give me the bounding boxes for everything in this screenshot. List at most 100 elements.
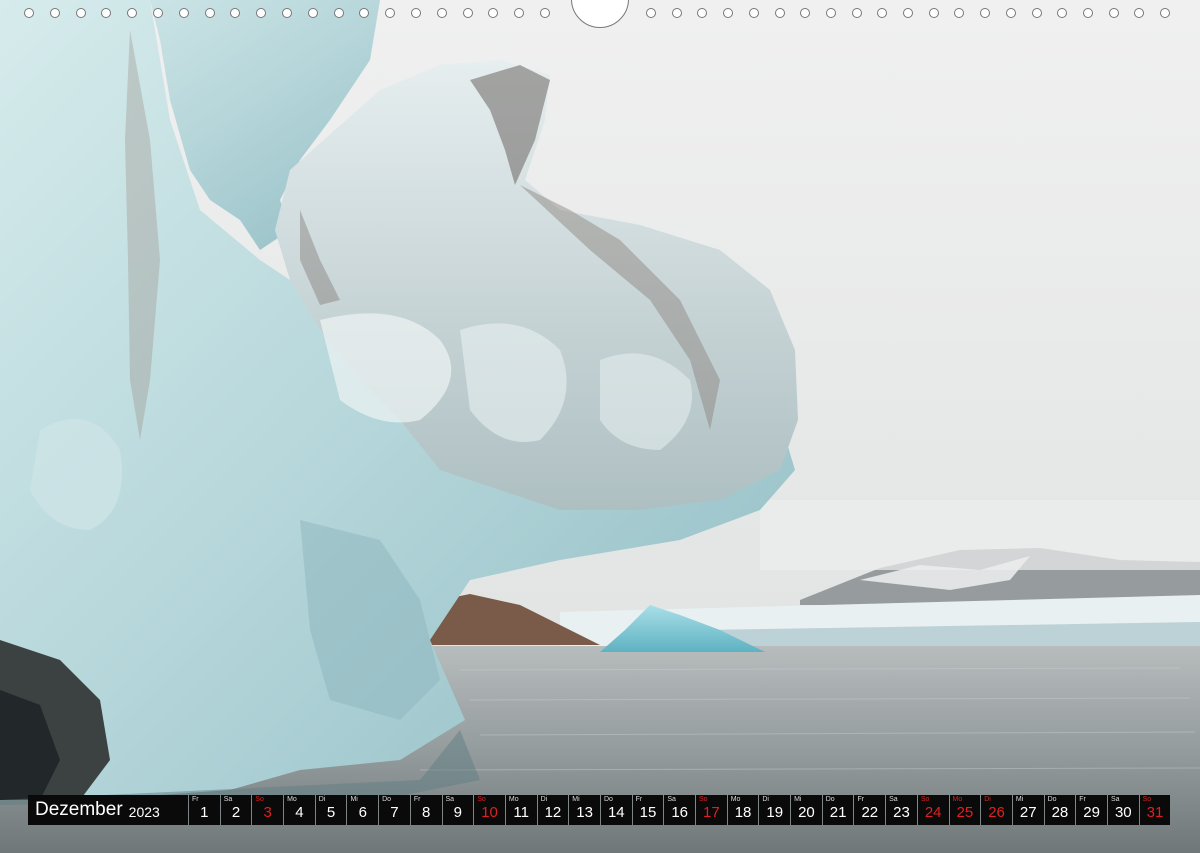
weekday-label: Sa	[667, 796, 676, 803]
weekday-label: Sa	[889, 796, 898, 803]
weekday-label: Mi	[350, 796, 358, 803]
day-cell: Sa 30	[1107, 795, 1139, 825]
day-cell: Di 12	[537, 795, 569, 825]
weekday-label: Mi	[572, 796, 580, 803]
weekday-label: Fr	[192, 796, 199, 803]
weekday-label: Fr	[413, 796, 421, 803]
day-number: 18	[734, 804, 752, 821]
day-number: 2	[231, 804, 241, 821]
day-number: 26	[988, 804, 1005, 821]
day-cell: Sa 9	[442, 795, 474, 825]
binding-ring	[75, 8, 86, 18]
day-number: 22	[861, 804, 879, 821]
day-cell: Mo 25	[949, 795, 981, 825]
binding-ring	[359, 8, 370, 18]
binding-ring	[774, 8, 785, 18]
weekday-label: Sa	[445, 796, 455, 803]
day-number: 11	[513, 804, 529, 821]
day-cell: Do 7	[379, 795, 410, 825]
weekday-label: So	[699, 796, 708, 803]
binding-ring	[49, 8, 60, 18]
day-cell: Mi 6	[347, 795, 379, 825]
binding-ring	[1134, 8, 1145, 18]
weekday-label: Do	[1047, 796, 1057, 803]
day-number: 1	[200, 804, 209, 821]
day-cell: Sa 16	[664, 795, 695, 825]
day-cell: Mi 20	[791, 795, 822, 825]
binding-ring	[411, 8, 421, 18]
weekday-label: Mo	[508, 796, 519, 803]
binding-ring	[385, 8, 396, 18]
day-number: 31	[1146, 804, 1164, 821]
weekday-label: Sa	[1110, 796, 1120, 803]
binding-ring	[204, 8, 215, 18]
day-number: 29	[1083, 804, 1100, 821]
binding-ring	[1005, 8, 1016, 18]
weekday-label: Mo	[287, 796, 297, 803]
binding-ring	[903, 8, 913, 18]
weekday-label: Di	[318, 796, 326, 803]
weekday-label: Mo	[952, 796, 963, 803]
binding-ring	[980, 8, 991, 18]
binding-ring	[178, 8, 189, 18]
day-number: 27	[1019, 804, 1037, 821]
binding-ring	[101, 8, 112, 18]
binding-ring	[697, 8, 708, 18]
day-number: 15	[639, 804, 657, 821]
day-number: 13	[576, 804, 593, 821]
binding-ring	[748, 8, 759, 18]
weekday-label: Fr	[857, 796, 865, 803]
day-cell: Do 21	[822, 795, 854, 825]
binding-ring	[127, 8, 138, 18]
binding-ring	[646, 8, 656, 18]
binding-ring	[1031, 8, 1042, 18]
day-cell: Mo 4	[284, 795, 315, 825]
day-number: 25	[956, 804, 974, 821]
day-number: 10	[481, 804, 498, 821]
weekday-label: Di	[762, 796, 769, 803]
weekday-label: Fr	[635, 796, 643, 803]
day-number: 5	[326, 804, 336, 821]
binding-ring	[800, 8, 811, 18]
month-label: Dezember 2023	[28, 795, 188, 825]
day-number: 17	[703, 804, 720, 821]
day-number: 23	[893, 804, 910, 821]
day-cell: Di 26	[981, 795, 1012, 825]
weekday-label: Mo	[730, 796, 741, 803]
day-number: 19	[766, 804, 784, 821]
binding-ring	[540, 8, 550, 18]
day-cell: Fr 29	[1076, 795, 1107, 825]
day-cell: Sa 23	[886, 795, 917, 825]
arctic-iceberg-photo	[0, 0, 1200, 853]
day-number: 9	[453, 804, 463, 821]
day-cell: So 24	[917, 795, 949, 825]
binding-ring	[230, 8, 241, 18]
day-number: 20	[798, 804, 815, 821]
weekday-label: Do	[603, 796, 613, 803]
day-cell: Fr 22	[854, 795, 886, 825]
binding-ring	[462, 8, 473, 18]
binding-ring	[436, 8, 447, 18]
day-cell: So 10	[474, 795, 505, 825]
binding-ring	[333, 8, 344, 18]
day-cell: Mi 13	[569, 795, 600, 825]
day-number: 24	[924, 804, 942, 821]
binding-ring	[851, 8, 862, 18]
binding-ring	[928, 8, 939, 18]
day-cell: Fr 1	[189, 795, 220, 825]
day-cell: Mo 18	[727, 795, 759, 825]
weekday-label: Sa	[223, 796, 233, 803]
weekday-label: Di	[540, 796, 548, 803]
binding-ring	[723, 8, 734, 18]
day-number: 6	[358, 804, 367, 821]
binding-ring	[877, 8, 888, 18]
weekday-label: Di	[984, 796, 991, 803]
day-number: 30	[1114, 804, 1132, 821]
month-name: Dezember	[35, 799, 123, 820]
binding-ring	[282, 8, 292, 18]
day-cell: Do 14	[600, 795, 632, 825]
binding-ring	[24, 8, 34, 18]
year: 2023	[128, 803, 160, 820]
day-number: 21	[829, 804, 847, 821]
binding-ring	[671, 8, 682, 18]
